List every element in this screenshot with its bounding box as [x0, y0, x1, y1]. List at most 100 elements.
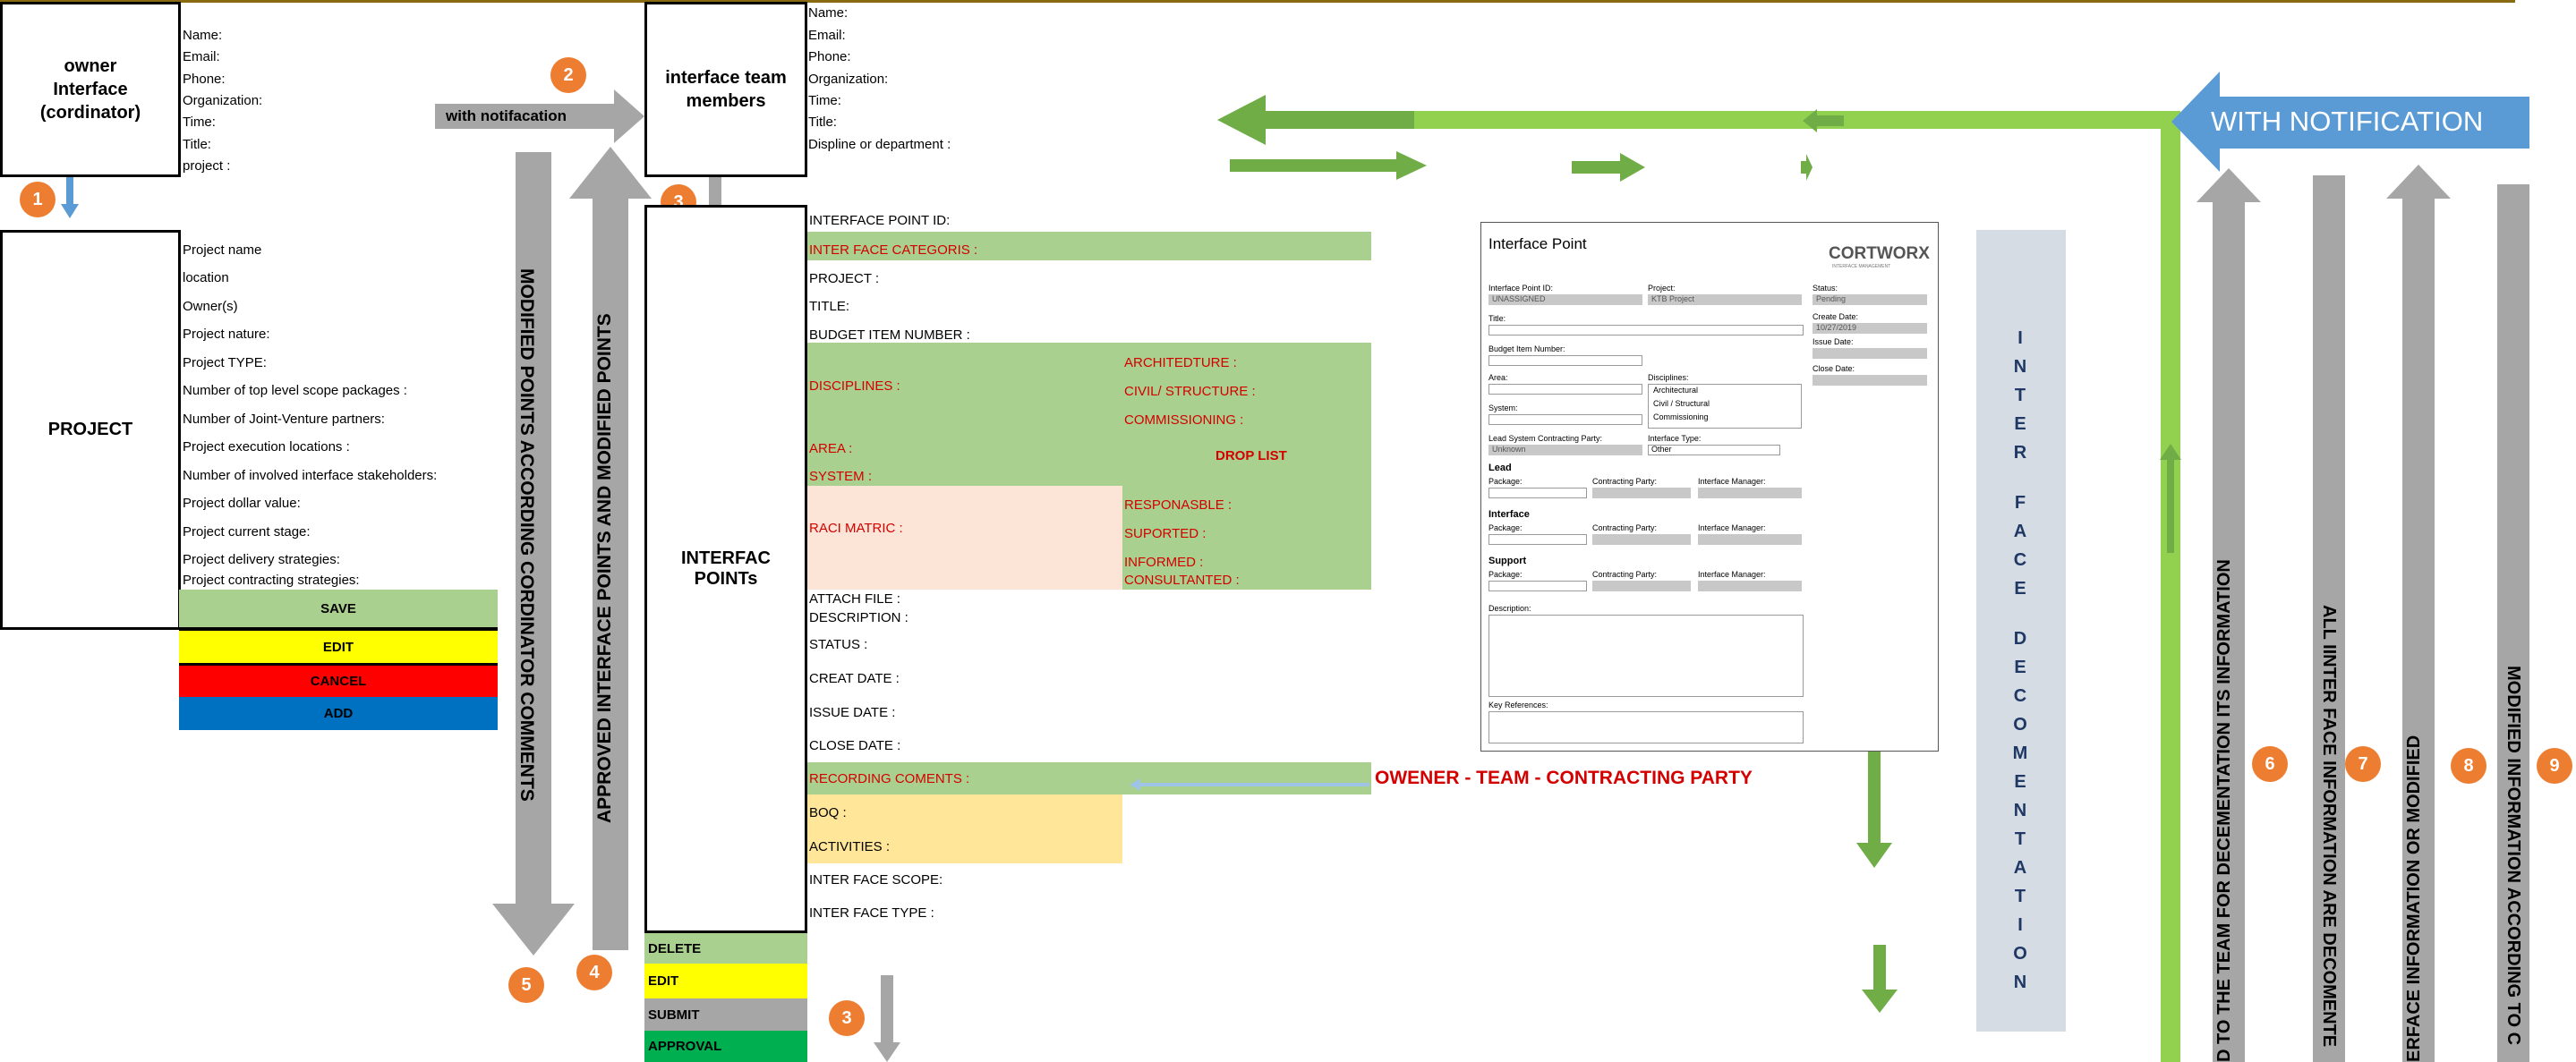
field-interface-point-id: INTERFACE POINT ID: [809, 213, 951, 228]
form-description-field[interactable] [1488, 615, 1804, 697]
step-1-badge: 1 [20, 182, 55, 217]
form-budget-field[interactable] [1488, 355, 1642, 366]
team-line2: members [686, 91, 766, 111]
form-interface-manager-label: Interface Manager: [1698, 477, 1766, 486]
field-interface-type: INTER FACE TYPE : [809, 905, 934, 921]
form-issue-date-field [1813, 348, 1927, 359]
field-consulted: CONSULTANTED : [1124, 573, 1240, 588]
drop-list-label: DROP LIST [1215, 448, 1287, 463]
interface-team-box: interface team members [644, 2, 807, 177]
save-button[interactable]: SAVE [179, 590, 498, 627]
form-project-value: KTB Project [1651, 294, 1695, 303]
modified-points-label: MODIFIED POINTS ACCORDING CORDINATOR COM… [516, 268, 537, 802]
form-package-field[interactable] [1488, 581, 1587, 591]
field-status: STATUS : [809, 637, 868, 652]
form-interface-type-label: Interface Type: [1648, 434, 1702, 443]
interface-point-form-screenshot: Interface Point CORTWORX INTERFACE MANAG… [1480, 222, 1939, 752]
form-project-label: Project: [1648, 284, 1676, 293]
doc-letter: O [2013, 715, 2029, 735]
form-contracting-party-label: Contracting Party: [1592, 477, 1658, 486]
field-title: TITLE: [809, 299, 850, 314]
owner-field-title: Title: [183, 137, 211, 152]
add-button[interactable]: ADD [179, 697, 498, 730]
owner-field-name: Name: [183, 28, 223, 43]
field-informed: INFORMED : [1124, 555, 1204, 570]
doc-letter: O [2013, 944, 2029, 964]
right-arrow-icon [1230, 151, 1427, 180]
project-field-name: Project name [183, 242, 262, 258]
form-system-field[interactable] [1488, 414, 1642, 425]
field-issue-date: ISSUE DATE : [809, 705, 896, 720]
field-budget-item-number: BUDGET ITEM NUMBER : [809, 327, 970, 343]
form-create-date-label: Create Date: [1813, 312, 1859, 321]
form-key-references-field[interactable] [1488, 711, 1804, 743]
step-4-badge: 4 [576, 955, 612, 990]
form-area-field[interactable] [1488, 384, 1642, 395]
right-arrow-icon [1572, 153, 1645, 182]
doc-letter: T [2014, 829, 2028, 849]
team-field-organization: Organization: [808, 72, 889, 87]
project-title: PROJECT [47, 420, 133, 439]
form-interface-manager-field [1698, 534, 1802, 545]
down-arrow-icon [1856, 735, 1892, 868]
step-9-badge: 9 [2537, 748, 2572, 784]
project-field-contracting-strategies: Project contracting strategies: [183, 573, 360, 588]
form-contracting-party-field [1592, 534, 1691, 545]
left-arrow-icon [1130, 778, 1369, 791]
form-lead-party-value: Unknown [1492, 445, 1526, 454]
field-close-date: CLOSE DATE : [809, 738, 901, 753]
project-field-scope-packages: Number of top level scope packages : [183, 383, 407, 398]
team-field-title: Title: [808, 115, 837, 130]
interface-points-title: INTERFAC POINTs [681, 548, 771, 589]
doc-letter: T [2014, 887, 2028, 906]
vertical-connector-line [2161, 111, 2180, 1062]
owner-field-email: Email: [183, 49, 220, 64]
form-status-value: Pending [1816, 294, 1847, 303]
form-discipline-option[interactable]: Commissioning [1653, 412, 1709, 421]
project-field-jv-partners: Number of Joint-Venture partners: [183, 412, 385, 427]
doc-letter: E [2014, 772, 2028, 792]
form-discipline-option[interactable]: Architectural [1653, 386, 1698, 395]
submit-button[interactable]: SUBMIT [644, 998, 807, 1031]
field-raci-matrix: RACI MATRIC : [809, 521, 903, 536]
approval-button[interactable]: APPROVAL [644, 1031, 807, 1062]
label-step-7: ALL IINTER FACE INFORMATION ARE DECOMENT… [2319, 605, 2339, 1048]
form-title-field [1488, 325, 1804, 336]
doc-letter: N [2013, 357, 2029, 377]
cancel-button[interactable]: CANCEL [179, 666, 498, 697]
field-civil-structure: CIVIL/ STRUCTURE : [1124, 384, 1256, 399]
form-interface-manager-label: Interface Manager: [1698, 570, 1766, 579]
form-contracting-party-label: Contracting Party: [1592, 523, 1658, 532]
down-arrow-icon [1862, 945, 1898, 1013]
field-project: PROJECT : [809, 271, 880, 286]
form-package-field[interactable] [1488, 488, 1587, 498]
points-edit-button[interactable]: EDIT [644, 964, 807, 998]
form-section-support: Support [1488, 556, 1527, 566]
field-disciplines: DISCIPLINES : [809, 378, 900, 394]
team-field-phone: Phone: [808, 49, 851, 64]
doc-letter: M [2012, 743, 2030, 763]
down-arrow-icon [874, 975, 900, 1062]
team-field-email: Email: [808, 28, 846, 43]
form-system-label: System: [1488, 404, 1518, 412]
owner-field-time: Time: [183, 115, 216, 130]
form-key-references-label: Key References: [1488, 701, 1548, 709]
edit-button[interactable]: EDIT [179, 631, 498, 663]
label-step-6: D TO THE TEAM FOR DECEMENTATION ITS INFO… [2214, 559, 2234, 1062]
form-package-field[interactable] [1488, 534, 1587, 545]
delete-button[interactable]: DELETE [644, 933, 807, 964]
field-attach-file: ATTACH FILE : [809, 591, 900, 607]
form-package-label: Package: [1488, 570, 1523, 579]
owner-line2: Interface [53, 80, 128, 99]
form-close-date-label: Close Date: [1813, 364, 1855, 373]
form-interface-manager-field [1698, 488, 1802, 498]
step-3b-badge: 3 [829, 1000, 865, 1036]
form-discipline-option[interactable]: Civil / Structural [1653, 399, 1710, 408]
team-field-name: Name: [808, 5, 849, 21]
step-6-badge: 6 [2252, 746, 2288, 782]
owner-line1: owner [64, 56, 117, 76]
doc-letter: I [2017, 915, 2025, 935]
field-area: AREA : [809, 441, 853, 456]
step-2-badge: 2 [550, 57, 586, 93]
form-description-label: Description: [1488, 604, 1531, 613]
